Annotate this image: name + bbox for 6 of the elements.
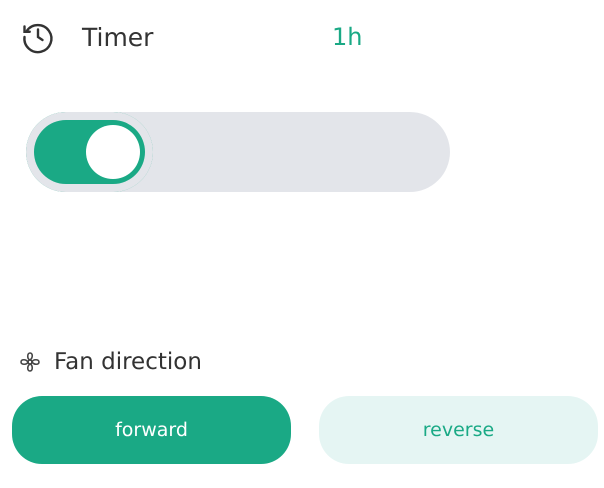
direction-option[interactable]: forward — [12, 396, 291, 464]
timer-value: 1h — [332, 23, 362, 51]
direction-option[interactable]: reverse — [319, 396, 598, 464]
fan-icon — [18, 350, 42, 374]
fan-direction-label: Fan direction — [54, 349, 202, 375]
timer-label: Timer — [82, 22, 154, 52]
